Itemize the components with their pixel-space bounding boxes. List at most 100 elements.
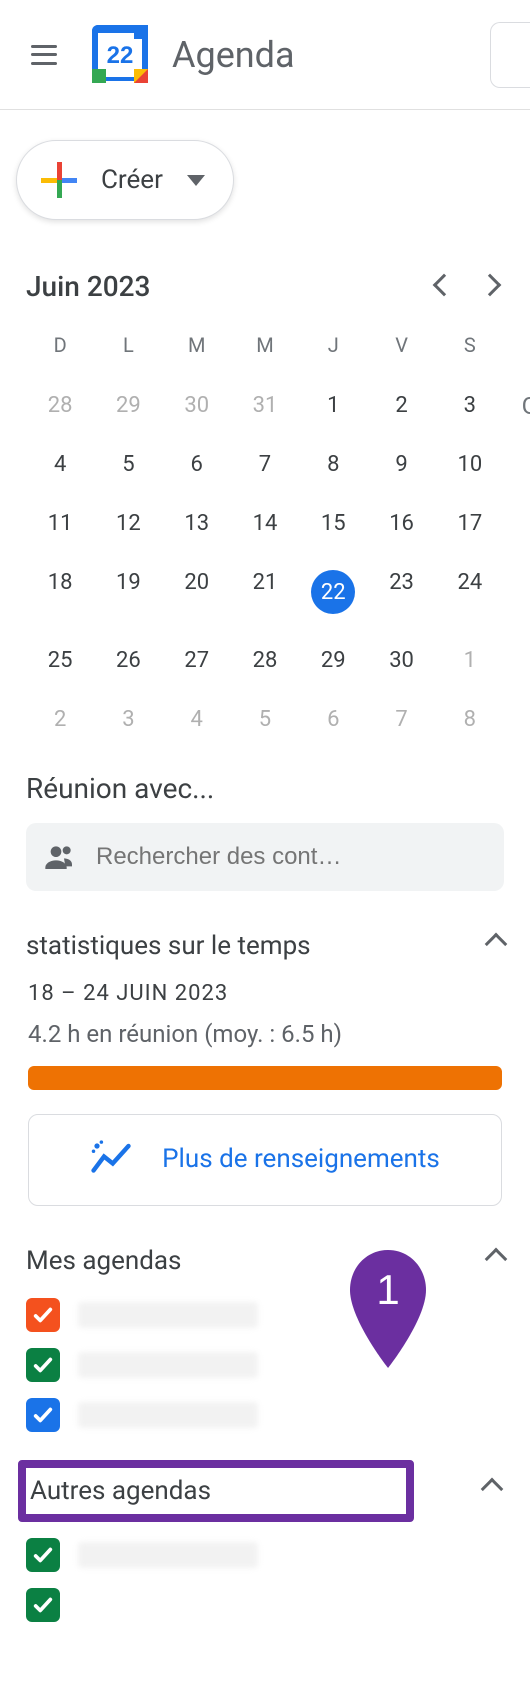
mini-cal-day[interactable]: 24 <box>436 562 504 622</box>
time-insights-average: 4.2 h en réunion (moy. : 6.5 h) <box>28 1020 502 1048</box>
collapse-my-calendars[interactable] <box>488 1251 504 1271</box>
mini-cal-day[interactable]: 21 <box>231 562 299 622</box>
chevron-up-icon <box>485 933 508 956</box>
app-brand[interactable]: 22 Agenda <box>88 23 295 87</box>
mini-cal-day[interactable]: 31 <box>231 385 299 426</box>
mini-cal-day[interactable]: 30 <box>367 640 435 681</box>
mini-cal-day[interactable]: 20 <box>163 562 231 622</box>
mini-cal-day[interactable]: 2 <box>367 385 435 426</box>
other-calendars-header: Autres agendas <box>16 1466 514 1516</box>
svg-text:1: 1 <box>376 1266 399 1313</box>
dow-header: D <box>26 323 94 367</box>
mini-cal-day[interactable]: 8 <box>436 699 504 740</box>
create-label: Créer <box>101 165 163 195</box>
overflow-letter: G <box>522 392 530 420</box>
mini-cal-day[interactable]: 2 <box>26 699 94 740</box>
mini-cal-day[interactable]: 7 <box>231 444 299 485</box>
mini-cal-day[interactable]: 19 <box>94 562 162 622</box>
mini-cal-day[interactable]: 16 <box>367 503 435 544</box>
collapse-other-calendars[interactable] <box>484 1481 500 1501</box>
mini-cal-day[interactable]: 15 <box>299 503 367 544</box>
dow-header: S <box>436 323 504 367</box>
people-search-input[interactable] <box>94 842 486 872</box>
annotation-marker-1: 1 <box>346 1246 430 1372</box>
calendar-name-redacted <box>78 1542 258 1568</box>
chevron-down-icon <box>187 175 205 186</box>
calendar-checkbox[interactable] <box>26 1538 60 1572</box>
insights-icon <box>90 1139 132 1181</box>
main-menu-button[interactable] <box>20 31 68 79</box>
mini-cal-day[interactable]: 13 <box>163 503 231 544</box>
calendar-checkbox[interactable] <box>26 1398 60 1432</box>
mini-cal-day[interactable]: 29 <box>94 385 162 426</box>
time-insights-range: 18 – 24 JUIN 2023 <box>28 981 502 1006</box>
prev-month-button[interactable] <box>436 277 452 297</box>
other-calendars-title[interactable]: Autres agendas <box>30 1476 211 1506</box>
today-button-partial[interactable] <box>490 22 530 88</box>
mini-cal-day[interactable]: 28 <box>26 385 94 426</box>
mini-calendar-grid: DLMMJVS282930311234567891011121314151617… <box>26 323 504 740</box>
collapse-time-insights[interactable] <box>488 936 504 956</box>
more-insights-button[interactable]: Plus de renseignements <box>28 1114 502 1206</box>
mini-cal-day[interactable]: 25 <box>26 640 94 681</box>
mini-cal-day[interactable]: 12 <box>94 503 162 544</box>
calendar-checkbox[interactable] <box>26 1298 60 1332</box>
plus-multicolor-icon <box>41 162 77 198</box>
mini-cal-day[interactable]: 8 <box>299 444 367 485</box>
mini-cal-day[interactable]: 17 <box>436 503 504 544</box>
create-button[interactable]: Créer <box>16 140 234 220</box>
mini-cal-day[interactable]: 3 <box>436 385 504 426</box>
more-insights-label: Plus de renseignements <box>162 1143 440 1177</box>
mini-cal-day[interactable]: 5 <box>94 444 162 485</box>
mini-cal-day[interactable]: 7 <box>367 699 435 740</box>
mini-cal-day[interactable]: 1 <box>436 640 504 681</box>
my-calendars-title[interactable]: Mes agendas <box>26 1246 181 1276</box>
time-insights-title[interactable]: statistiques sur le temps <box>26 931 311 961</box>
chevron-up-icon <box>481 1478 504 1501</box>
mini-cal-day[interactable]: 4 <box>26 444 94 485</box>
time-insights-bar <box>28 1066 502 1090</box>
mini-cal-day[interactable]: 23 <box>367 562 435 622</box>
calendar-name-redacted <box>78 1352 258 1378</box>
top-bar: 22 Agenda <box>0 0 530 110</box>
calendar-checkbox[interactable] <box>26 1348 60 1382</box>
mini-cal-day[interactable]: 26 <box>94 640 162 681</box>
mini-cal-day[interactable]: 22 <box>299 562 367 622</box>
meet-with-title: Réunion avec... <box>16 772 514 805</box>
other-calendars-list <box>16 1530 514 1630</box>
dow-header: M <box>231 323 299 367</box>
mini-cal-day[interactable]: 6 <box>299 699 367 740</box>
calendar-name-redacted <box>78 1302 258 1328</box>
mini-calendar-month: Juin 2023 <box>26 270 150 303</box>
calendar-item[interactable] <box>26 1290 504 1340</box>
dow-header: M <box>163 323 231 367</box>
calendar-item[interactable] <box>26 1580 504 1630</box>
people-icon <box>44 841 76 873</box>
mini-cal-day[interactable]: 3 <box>94 699 162 740</box>
mini-cal-day[interactable]: 4 <box>163 699 231 740</box>
logo-day-number: 22 <box>107 42 134 69</box>
mini-cal-day[interactable]: 10 <box>436 444 504 485</box>
mini-cal-day[interactable]: 5 <box>231 699 299 740</box>
mini-cal-day[interactable]: 11 <box>26 503 94 544</box>
mini-cal-day[interactable]: 30 <box>163 385 231 426</box>
mini-cal-day[interactable]: 6 <box>163 444 231 485</box>
mini-cal-day[interactable]: 29 <box>299 640 367 681</box>
mini-cal-day[interactable]: 27 <box>163 640 231 681</box>
mini-cal-day[interactable]: 1 <box>299 385 367 426</box>
mini-cal-day[interactable]: 9 <box>367 444 435 485</box>
mini-cal-day[interactable]: 18 <box>26 562 94 622</box>
next-month-button[interactable] <box>482 277 498 297</box>
people-search-box[interactable] <box>26 823 504 891</box>
calendar-item[interactable] <box>26 1390 504 1440</box>
dow-header: L <box>94 323 162 367</box>
calendar-item[interactable] <box>26 1530 504 1580</box>
calendar-checkbox[interactable] <box>26 1588 60 1622</box>
chevron-right-icon <box>479 273 502 296</box>
chevron-up-icon <box>485 1248 508 1271</box>
app-title: Agenda <box>172 34 295 76</box>
mini-cal-day[interactable]: 28 <box>231 640 299 681</box>
calendar-item[interactable] <box>26 1340 504 1390</box>
mini-cal-day[interactable]: 14 <box>231 503 299 544</box>
dow-header: V <box>367 323 435 367</box>
